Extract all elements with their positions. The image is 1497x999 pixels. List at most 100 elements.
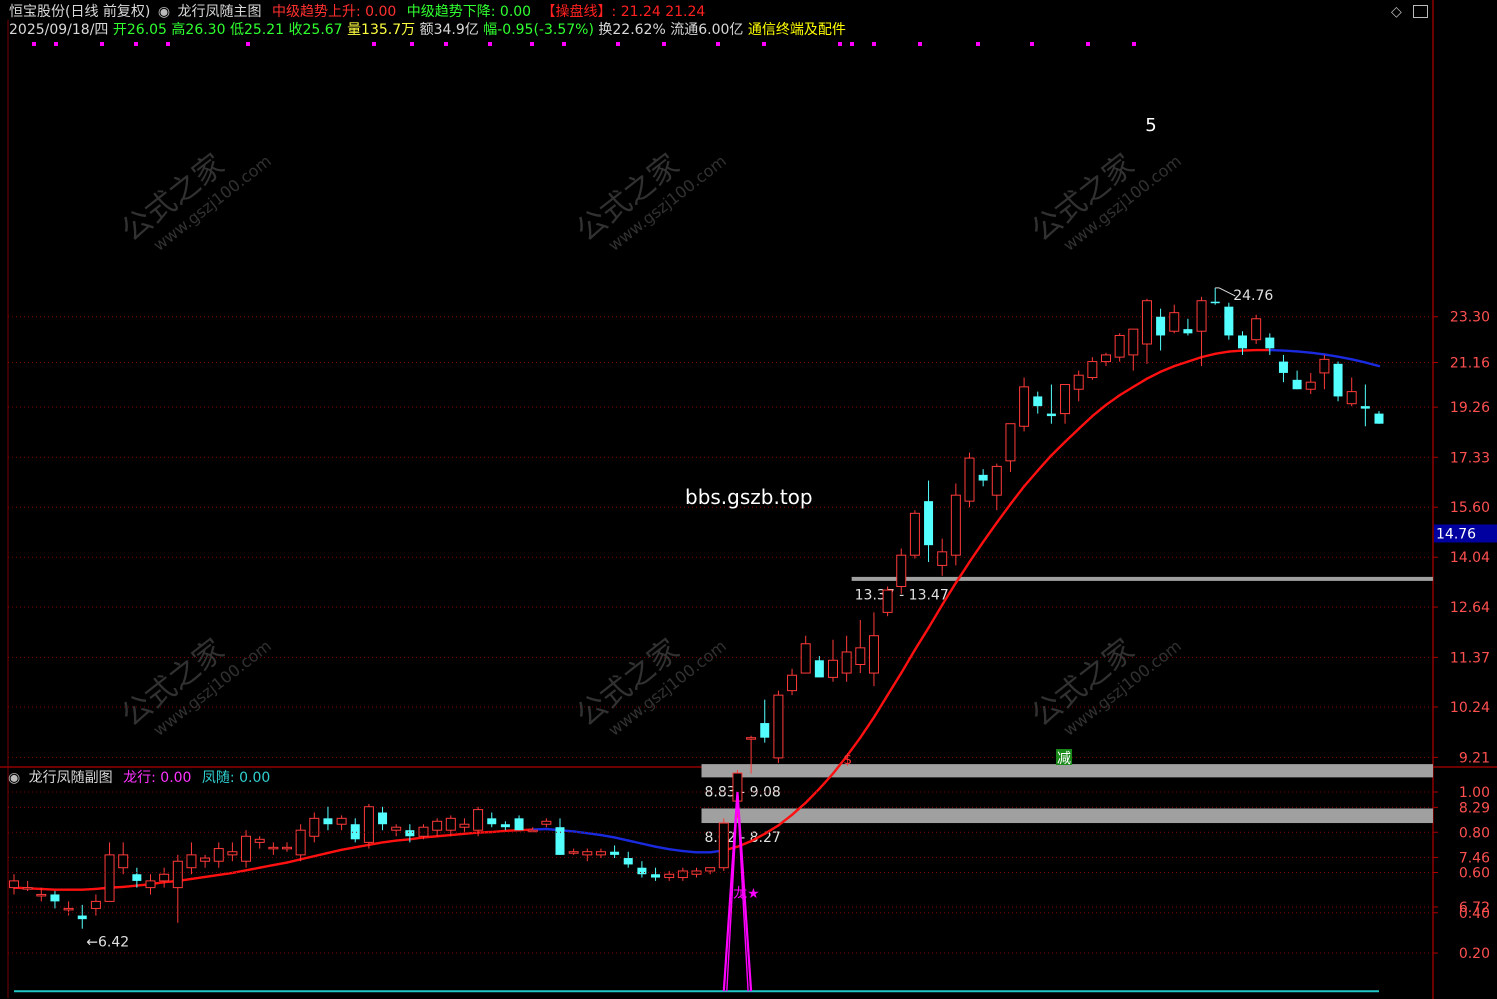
signal-dot (616, 42, 620, 46)
s-marker: $ (843, 752, 852, 768)
ma-line-segment (599, 833, 616, 839)
window-toggle-icon[interactable] (1413, 5, 1428, 18)
candle-body (1265, 337, 1275, 349)
ma-line-segment (490, 829, 507, 834)
candle-body (582, 851, 593, 856)
candle-body (760, 723, 770, 738)
ma-line-segment (40, 887, 57, 891)
zone-label: 8.83 - 9.08 (705, 784, 781, 800)
candle-body (22, 887, 33, 890)
current-price-label: 14.76 (1436, 526, 1476, 542)
signal-dot (850, 42, 854, 46)
candle-body (418, 826, 429, 837)
ma-line-segment (900, 648, 917, 675)
signal-dot (372, 42, 376, 46)
candle-body (378, 812, 388, 825)
ma-line-segment (1104, 394, 1121, 407)
candle-body (282, 846, 292, 850)
ma-line-segment (449, 832, 466, 837)
candle-body (787, 674, 798, 692)
signal-dot (976, 42, 980, 46)
diamond-icon[interactable]: ◇ (1391, 4, 1402, 20)
ma-line-segment (872, 693, 889, 719)
signal-dot (444, 42, 448, 46)
candle-body (814, 660, 824, 678)
signal-dot (872, 42, 876, 46)
ma-line-segment (804, 787, 821, 804)
ma-line-segment (217, 871, 234, 877)
candle-body (36, 893, 47, 897)
ma-line-segment (1022, 469, 1039, 488)
signal-dot (410, 42, 414, 46)
control-line: 【操盘线】: 21.24 21.24 (541, 4, 706, 20)
candle-body (705, 867, 716, 872)
main-indicator-title[interactable]: 龙行凤随主图 (178, 4, 262, 20)
low-label: ←6.42 (86, 935, 129, 951)
quote-float: 流通6.00亿 (670, 22, 744, 38)
candle-body (1346, 391, 1357, 405)
ma-line-segment (340, 846, 357, 852)
candle-body (855, 647, 866, 665)
y-tick-label: 10.24 (1450, 700, 1490, 716)
candle-body (610, 851, 620, 855)
candle-body (1128, 328, 1139, 356)
candle-body (514, 818, 524, 831)
signal-dot (762, 42, 766, 46)
ma-line-segment (1364, 361, 1381, 368)
candle-body (746, 737, 757, 740)
quote-turnover: 换22.62% (598, 22, 666, 38)
ma-line-segment (995, 502, 1012, 524)
ma-line-segment (1063, 427, 1080, 444)
candle-body (1101, 354, 1111, 363)
ma-line-segment (531, 827, 548, 831)
candle-body (1046, 413, 1056, 417)
ma-line-segment (1213, 350, 1231, 356)
quote-bar: 2025/09/18/四 开26.05 高26.30 低25.21 收25.67… (9, 21, 846, 39)
signal-dot (166, 42, 170, 46)
candle-body (132, 874, 142, 881)
y-tick-label: 23.30 (1450, 310, 1490, 326)
sub-y-tick-label: 0.40 (1459, 906, 1490, 922)
ma-line-segment (1309, 351, 1326, 356)
y-tick-label: 17.33 (1450, 450, 1490, 466)
settings-icon[interactable]: ◉ (158, 4, 170, 20)
y-tick-label: 19.26 (1450, 400, 1490, 416)
ma-line-segment (244, 866, 261, 872)
candle-body (1019, 386, 1030, 427)
jian-marker: 减 (1057, 751, 1071, 767)
sub-settings-icon[interactable]: ◉ (8, 770, 20, 786)
quote-low: 低25.21 (229, 22, 285, 38)
ma-line-segment (1050, 440, 1067, 457)
ma-line-segment (299, 854, 316, 861)
candle-body (541, 820, 552, 825)
signal-dot (918, 42, 922, 46)
candle-body (595, 851, 606, 856)
sub-y-tick-label: 1.00 (1459, 785, 1490, 801)
candle-body (718, 822, 729, 869)
ma-line-segment (613, 836, 630, 842)
candle-body (896, 554, 907, 588)
candle-body (90, 900, 101, 909)
candle-body (405, 830, 415, 837)
industry-link[interactable]: 通信终端及配件 (748, 22, 846, 38)
ma-line-segment (354, 843, 371, 849)
ma-line-segment (504, 829, 521, 833)
y-tick-label: 7.46 (1459, 850, 1490, 866)
ma-line-segment (1350, 358, 1367, 364)
candle-body (268, 846, 279, 850)
ma-line-segment (190, 875, 207, 881)
candle-body (391, 826, 402, 831)
ma-line-segment (640, 842, 657, 848)
stock-name[interactable]: 恒宝股份(日线 前复权) (9, 4, 150, 20)
mid-trend-up: 中级趋势上升: 0.00 (271, 4, 397, 20)
dragon-value: 龙行: 0.00 (123, 770, 192, 786)
candle-body (9, 880, 19, 889)
candle-body (77, 915, 87, 920)
ma-line-segment (1118, 385, 1135, 397)
ma-line-segment (654, 845, 671, 851)
ma-line-segment (913, 626, 930, 652)
sub-indicator-title[interactable]: 龙行凤随副图 (29, 770, 113, 786)
candle-body (1060, 384, 1071, 415)
ma-line-segment (121, 884, 139, 889)
candle-body (1169, 312, 1180, 332)
